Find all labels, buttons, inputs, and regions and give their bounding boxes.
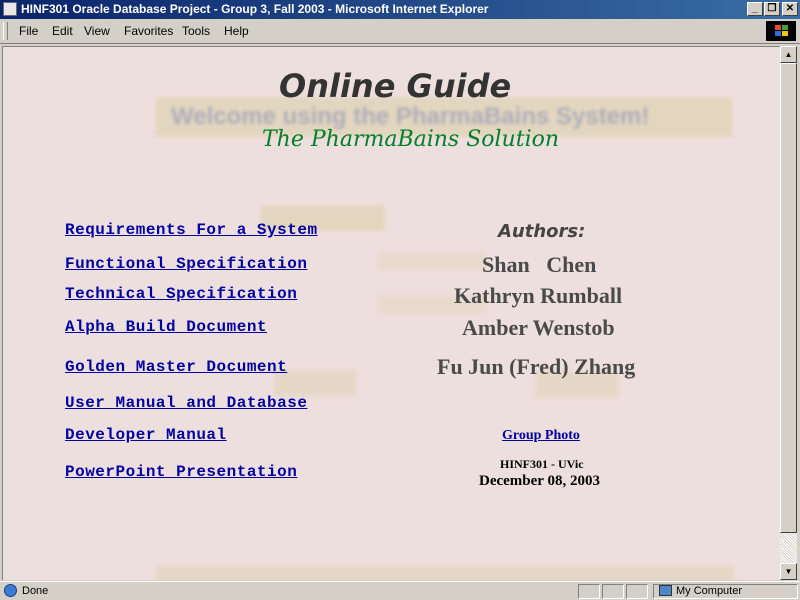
author-name: Shan Chen xyxy=(482,252,597,277)
menu-view[interactable]: View xyxy=(84,24,110,38)
security-zone-label: My Computer xyxy=(676,585,743,597)
date-label: December 08, 2003 xyxy=(479,473,600,489)
status-panel xyxy=(578,584,600,599)
watermark-field-shape xyxy=(377,251,487,271)
menu-file[interactable]: File xyxy=(19,24,38,38)
menu-bar: File Edit View Favorites Tools Help xyxy=(0,19,800,44)
ie-app-icon[interactable] xyxy=(3,2,17,16)
status-text: Done xyxy=(22,585,49,597)
scroll-down-arrow-icon[interactable]: ▼ xyxy=(780,563,797,580)
author-name: Kathryn Rumball xyxy=(454,283,623,308)
menu-edit[interactable]: Edit xyxy=(52,24,73,38)
status-panel xyxy=(602,584,624,599)
menu-help[interactable]: Help xyxy=(224,24,249,38)
link-user-manual[interactable]: User Manual and Database xyxy=(65,394,307,412)
author-name: Fu Jun (Fred) Zhang xyxy=(437,354,636,379)
menu-tools[interactable]: Tools xyxy=(182,24,210,38)
watermark-footer-bar xyxy=(155,565,735,580)
course-label: HINF301 - UVic xyxy=(500,457,584,471)
link-alpha-build[interactable]: Alpha Build Document xyxy=(65,318,267,336)
close-button[interactable]: ✕ xyxy=(782,2,798,16)
author-name: Amber Wenstob xyxy=(462,315,615,340)
title-bar: HINF301 Oracle Database Project - Group … xyxy=(0,0,800,19)
page-content: Welcome using the PharmaBains System! On… xyxy=(2,46,780,580)
restore-button[interactable]: ❒ xyxy=(764,2,780,16)
vertical-scrollbar[interactable]: ▲ ▼ xyxy=(780,46,797,580)
link-golden-master[interactable]: Golden Master Document xyxy=(65,358,287,376)
windows-logo-icon xyxy=(766,21,796,41)
link-technical-spec[interactable]: Technical Specification xyxy=(65,285,297,303)
link-developer-manual[interactable]: Developer Manual xyxy=(65,426,227,444)
menu-favorites[interactable]: Favorites xyxy=(124,24,173,38)
status-panel xyxy=(626,584,648,599)
link-group-photo[interactable]: Group Photo xyxy=(502,428,580,444)
link-requirements[interactable]: Requirements For a System xyxy=(65,221,318,239)
page-status-icon xyxy=(4,584,17,597)
scroll-track[interactable] xyxy=(780,533,797,563)
minimize-button[interactable]: _ xyxy=(747,2,763,16)
my-computer-icon xyxy=(659,585,672,596)
window-title: HINF301 Oracle Database Project - Group … xyxy=(21,2,489,16)
scroll-up-arrow-icon[interactable]: ▲ xyxy=(780,46,797,63)
scroll-thumb[interactable] xyxy=(780,63,797,533)
status-bar: Done My Computer xyxy=(0,581,800,600)
link-functional-spec[interactable]: Functional Specification xyxy=(65,255,307,273)
page-subtitle: The PharmaBains Solution xyxy=(262,127,560,152)
toolbar-grip[interactable] xyxy=(3,22,8,40)
page-title: Online Guide xyxy=(279,67,512,105)
authors-heading: Authors: xyxy=(498,221,586,242)
link-powerpoint[interactable]: PowerPoint Presentation xyxy=(65,463,297,481)
